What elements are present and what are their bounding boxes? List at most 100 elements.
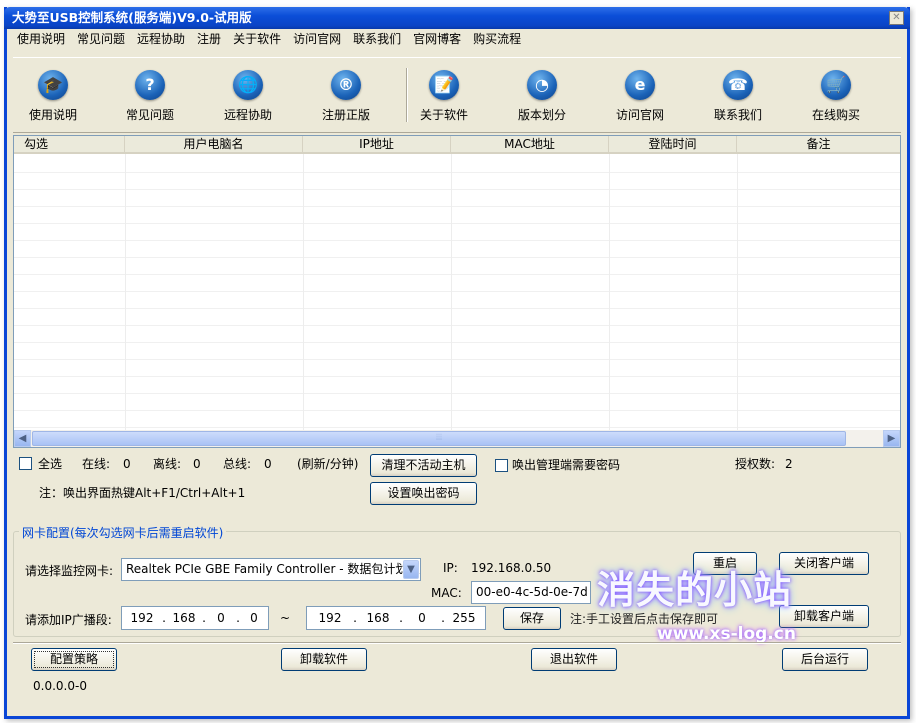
license-label: 授权数:: [735, 457, 776, 471]
uninstall-software-button[interactable]: 卸载软件: [281, 648, 367, 671]
watermark-url: www.xs-log.cn: [657, 624, 796, 644]
cart-icon: 🛒: [821, 70, 851, 100]
registered-icon: ®: [331, 70, 361, 100]
require-password-label: 唤出管理端需要密码: [512, 458, 621, 472]
menu-register[interactable]: 注册: [191, 29, 227, 51]
column-header-ip[interactable]: IP地址: [303, 136, 451, 153]
scroll-right-icon[interactable]: ▶: [883, 430, 900, 447]
question-icon: ?: [135, 70, 165, 100]
pie-chart-icon: ◔: [527, 70, 557, 100]
graduation-cap-icon: 🎓: [38, 70, 68, 100]
table-header: 勾选 用户电脑名 IP地址 MAC地址 登陆时间 备注: [14, 136, 900, 154]
menu-contact[interactable]: 联系我们: [347, 29, 407, 51]
footer-divider: [13, 642, 901, 644]
table-rows: [14, 156, 900, 432]
selected-nic: Realtek PCIe GBE Family Controller - 数据包…: [126, 562, 421, 576]
column-header-mac[interactable]: MAC地址: [451, 136, 609, 153]
range-separator: ~: [280, 611, 291, 625]
menu-remote-help[interactable]: 远程协助: [131, 29, 191, 51]
menu-about[interactable]: 关于软件: [227, 29, 287, 51]
total-count: 0: [264, 457, 272, 471]
internet-explorer-icon: e: [625, 70, 655, 100]
toolbar-remote-help-button[interactable]: 🌐 远程协助: [208, 66, 288, 123]
config-policy-button[interactable]: 配置策略: [31, 648, 117, 671]
column-header-login-time[interactable]: 登陆时间: [609, 136, 737, 153]
toolbar-faq-button[interactable]: ? 常见问题: [110, 66, 190, 123]
ip-octet[interactable]: 168: [166, 611, 202, 625]
column-divider: [609, 154, 610, 432]
nic-dropdown[interactable]: Realtek PCIe GBE Family Controller - 数据包…: [121, 558, 421, 581]
toolbar-label: 常见问题: [125, 108, 174, 122]
ip-octet[interactable]: 0: [206, 611, 236, 625]
column-header-note[interactable]: 备注: [737, 136, 900, 153]
ip-octet[interactable]: 192: [307, 611, 353, 625]
mac-field[interactable]: 00-e0-4c-5d-0e-7d: [471, 581, 591, 604]
ip-value: 192.168.0.50: [471, 561, 552, 575]
toolbar-label: 使用说明: [28, 108, 77, 122]
column-divider: [737, 154, 738, 432]
online-count: 0: [123, 457, 131, 471]
column-header-select[interactable]: 勾选: [14, 136, 125, 153]
document-icon: 📝: [429, 70, 459, 100]
column-header-computer-name[interactable]: 用户电脑名: [125, 136, 303, 153]
ip-range-end[interactable]: 192. 168. 0. 255: [306, 606, 486, 630]
total-label: 总线:: [223, 457, 252, 471]
toolbar-contact-button[interactable]: ☎ 联系我们: [698, 66, 778, 123]
ip-octet[interactable]: 168: [357, 611, 399, 625]
toolbar-label: 远程协助: [223, 108, 272, 122]
clear-inactive-button[interactable]: 清理不活动主机: [370, 454, 477, 477]
ip-range-start[interactable]: 192. 168. 0. 0: [121, 606, 269, 630]
toolbar-label: 联系我们: [713, 108, 762, 122]
offline-count: 0: [193, 457, 201, 471]
watermark-title: 消失的小站: [597, 568, 793, 612]
client-table[interactable]: 勾选 用户电脑名 IP地址 MAC地址 登陆时间 备注 ◀ ⦙⦙⦙ ▶: [13, 135, 901, 448]
select-all-label: 全选: [38, 457, 63, 471]
toolbar-label: 注册正版: [321, 108, 370, 122]
online-label: 在线:: [82, 457, 111, 471]
toolbar-versions-button[interactable]: ◔ 版本划分: [502, 66, 582, 123]
menu-website[interactable]: 访问官网: [287, 29, 347, 51]
ip-octet[interactable]: 255: [445, 611, 483, 625]
toolbar-label: 在线购买: [811, 108, 860, 122]
close-button[interactable]: ✕: [889, 11, 904, 25]
column-divider: [303, 154, 304, 432]
app-window: 大势至USB控制系统(服务端)V9.0-试用版 ✕ 使用说明 常见问题 远程协助…: [4, 7, 910, 719]
title-bar: 大势至USB控制系统(服务端)V9.0-试用版 ✕: [4, 7, 910, 29]
menu-purchase-flow[interactable]: 购买流程: [467, 29, 527, 51]
menu-faq[interactable]: 常见问题: [71, 29, 131, 51]
toolbar-register-button[interactable]: ® 注册正版: [306, 66, 386, 123]
horizontal-scrollbar[interactable]: ◀ ⦙⦙⦙ ▶: [14, 430, 900, 447]
nic-select-label: 请选择监控网卡:: [25, 564, 114, 578]
toolbar-label: 关于软件: [419, 108, 468, 122]
license-count: 2: [785, 457, 793, 471]
save-button[interactable]: 保存: [503, 607, 561, 630]
column-divider: [125, 154, 126, 432]
toolbar-about-button[interactable]: 📝 关于软件: [404, 66, 484, 123]
toolbar-buy-online-button[interactable]: 🛒 在线购买: [796, 66, 876, 123]
refresh-rate-label: (刷新/分钟): [297, 457, 359, 471]
scroll-left-icon[interactable]: ◀: [14, 430, 31, 447]
ip-status: 0.0.0.0-0: [33, 679, 87, 693]
toolbar: 🎓 使用说明 ? 常见问题 🌐 远程协助 ® 注册正版 📝 关于软件 ◔ 版本划…: [13, 57, 901, 133]
close-client-button[interactable]: 关闭客户端: [779, 552, 869, 575]
offline-label: 离线:: [153, 457, 182, 471]
globe-icon: 🌐: [233, 70, 263, 100]
toolbar-usage-button[interactable]: 🎓 使用说明: [13, 66, 93, 123]
ip-octet[interactable]: 0: [403, 611, 441, 625]
ip-label: IP:: [443, 561, 458, 575]
window-title: 大势至USB控制系统(服务端)V9.0-试用版: [12, 10, 252, 25]
menu-usage[interactable]: 使用说明: [11, 29, 71, 51]
ip-octet[interactable]: 192: [122, 611, 162, 625]
scrollbar-thumb[interactable]: ⦙⦙⦙: [32, 431, 846, 446]
menu-blog[interactable]: 官网博客: [407, 29, 467, 51]
require-password-checkbox[interactable]: [495, 459, 508, 472]
select-all-checkbox[interactable]: [19, 457, 32, 470]
phone-icon: ☎: [723, 70, 753, 100]
background-run-button[interactable]: 后台运行: [782, 648, 868, 671]
exit-software-button[interactable]: 退出软件: [531, 648, 617, 671]
set-password-button[interactable]: 设置唤出密码: [370, 482, 477, 505]
toolbar-website-button[interactable]: e 访问官网: [600, 66, 680, 123]
ip-octet[interactable]: 0: [240, 611, 268, 625]
menu-bar: 使用说明 常见问题 远程协助 注册 关于软件 访问官网 联系我们 官网博客 购买…: [7, 29, 907, 51]
chevron-down-icon[interactable]: ▼: [403, 560, 419, 579]
